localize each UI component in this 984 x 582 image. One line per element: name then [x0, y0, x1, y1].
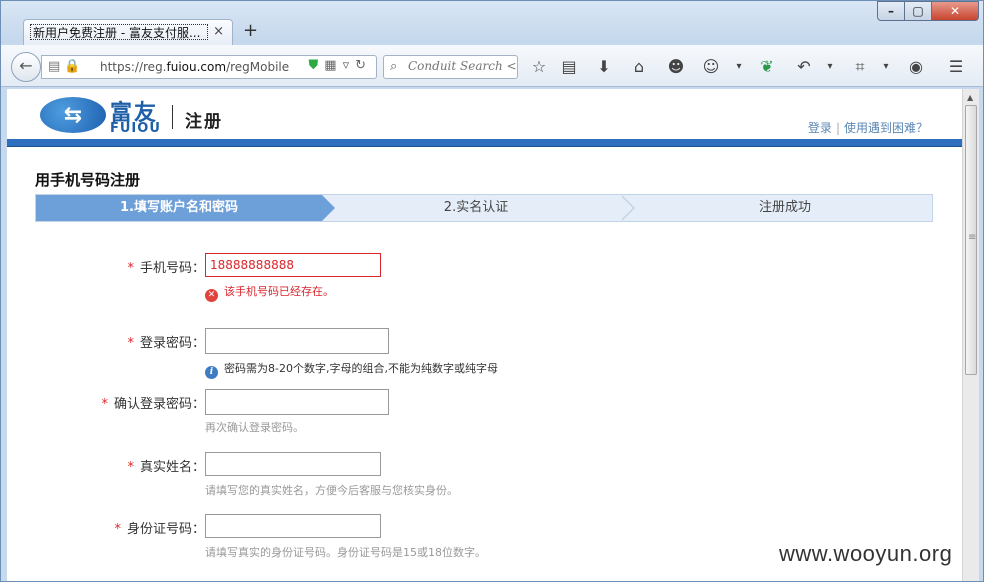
menu-icon[interactable]: ☰	[945, 56, 967, 78]
required-mark: *	[127, 336, 134, 351]
close-window-button[interactable]: ✕	[931, 1, 979, 21]
scrollbar-thumb[interactable]: ≡	[965, 105, 977, 375]
shield-icon: ⛊	[308, 58, 325, 73]
grip-icon: ≡	[968, 232, 977, 243]
address-bar-icons[interactable]: ⛊▦▿↻	[309, 58, 373, 73]
phone-label: * 手机号码：	[127, 261, 205, 276]
new-tab-icon[interactable]: +	[243, 21, 258, 41]
id-number-hint: 请填写真实的身份证号码。身份证号码是15或18位数字。	[205, 546, 486, 559]
close-icon: ✕	[949, 4, 961, 18]
site-header: ⇆ 富友 FUIOU 注册 登录 | 使用遇到困难？	[7, 89, 962, 139]
dropdown-icon: ▿	[342, 58, 356, 73]
vertical-scrollbar[interactable]: ▲ ≡	[962, 89, 979, 581]
speech-bubble-icon[interactable]: ◉	[905, 56, 927, 78]
back-button[interactable]: ←	[11, 52, 41, 82]
password-label: * 登录密码：	[127, 336, 205, 351]
required-mark: *	[101, 397, 108, 412]
reload-icon: ↻	[355, 58, 372, 73]
id-number-label: * 身份证号码：	[114, 522, 205, 537]
step-2-arrow	[621, 195, 635, 221]
confirm-password-input[interactable]	[205, 389, 389, 415]
phone-input[interactable]	[205, 253, 381, 277]
minimize-icon: –	[888, 4, 894, 18]
search-bar[interactable]: ⌕	[383, 55, 518, 79]
info-icon: i	[205, 366, 218, 379]
leaf-addon-icon[interactable]: ❦	[756, 56, 778, 78]
search-input[interactable]	[408, 59, 516, 73]
search-icon: ⌕	[390, 59, 398, 74]
maximize-button[interactable]: ▢	[904, 1, 932, 21]
required-mark: *	[127, 460, 134, 475]
header-divider	[172, 105, 173, 129]
header-links: 登录 | 使用遇到困难？	[808, 119, 928, 136]
error-icon: ✕	[205, 289, 218, 302]
crop-icon[interactable]: ⌗	[849, 56, 871, 78]
avatar-addon-icon[interactable]: ☺	[700, 56, 722, 78]
step-1-active: 1.填写账户名和密码	[36, 195, 322, 221]
required-mark: *	[114, 522, 121, 537]
header-blue-bar	[7, 139, 962, 147]
tab-title: 新用户免费注册 - 富友支付服...	[30, 24, 208, 40]
logo-emblem-icon: ⇆	[40, 97, 106, 133]
browser-tab[interactable]: 新用户免费注册 - 富友支付服... ×	[23, 19, 233, 45]
logo-english-text: FUIOU	[110, 121, 161, 136]
real-name-hint: 请填写您的真实姓名，方便今后客服与您核实身份。	[205, 484, 458, 497]
fuiou-logo[interactable]: ⇆ 富友 FUIOU	[40, 95, 160, 136]
phone-error-message: ✕ 该手机号码已经存在。	[205, 283, 334, 302]
undo-icon[interactable]: ↶	[793, 56, 815, 78]
browser-window: 新用户免费注册 - 富友支付服... × + – ▢ ✕ ▤ 🔒 https:/…	[0, 0, 984, 582]
real-name-input[interactable]	[205, 452, 381, 476]
page-lock-icon[interactable]: ▤ 🔒	[48, 59, 81, 74]
step-3: 注册成功	[758, 200, 811, 215]
required-mark: *	[127, 261, 134, 276]
url-text[interactable]: https://reg.fuiou.com/regMobile	[100, 60, 289, 74]
back-arrow-icon: ←	[19, 56, 33, 75]
password-input[interactable]	[205, 328, 389, 354]
step-2: 2.实名认证	[443, 200, 509, 215]
reading-list-icon[interactable]: ▤	[558, 56, 580, 78]
confirm-password-hint: 再次确认登录密码。	[205, 421, 304, 434]
chat-icon[interactable]: ☻	[665, 56, 687, 78]
id-number-input[interactable]	[205, 514, 381, 538]
confirm-password-label: * 确认登录密码：	[101, 397, 205, 412]
login-link[interactable]: 登录	[808, 121, 832, 135]
home-icon[interactable]: ⌂	[628, 56, 650, 78]
link-separator: |	[835, 121, 840, 135]
progress-steps: 1.填写账户名和密码 2.实名认证 注册成功	[35, 194, 933, 222]
undo-dropdown-icon[interactable]: ▾	[819, 56, 841, 78]
page-viewport: ⇆ 富友 FUIOU 注册 登录 | 使用遇到困难？ 用手机号码注册 1.填写账户名…	[7, 89, 962, 581]
real-name-label: * 真实姓名：	[127, 460, 205, 475]
address-bar[interactable]: ▤ 🔒 https://reg.fuiou.com/regMobile ⛊▦▿↻	[41, 55, 377, 79]
minimize-button[interactable]: –	[877, 1, 905, 21]
page-section-title: 注册	[185, 112, 223, 132]
page-heading: 用手机号码注册	[35, 171, 141, 189]
navigation-toolbar: ▤ 🔒 https://reg.fuiou.com/regMobile ⛊▦▿↻…	[1, 45, 983, 87]
watermark: www.wooyun.org	[779, 541, 953, 566]
crop-dropdown-icon[interactable]: ▾	[875, 56, 897, 78]
qr-code-icon: ▦	[324, 58, 343, 73]
tab-close-icon[interactable]: ×	[213, 24, 224, 40]
maximize-icon: ▢	[912, 4, 924, 18]
download-icon[interactable]: ⬇	[593, 56, 615, 78]
step-1-arrow	[322, 195, 335, 221]
scroll-up-icon[interactable]: ▲	[967, 93, 973, 102]
password-info-message: i 密码需为8-20个数字,字母的组合,不能为纯数字或纯字母	[205, 360, 498, 379]
title-bar: 新用户免费注册 - 富友支付服... × + – ▢ ✕	[1, 1, 983, 45]
help-link[interactable]: 使用遇到困难？	[844, 121, 928, 135]
bookmark-star-icon[interactable]: ☆	[528, 56, 550, 78]
addon-dropdown-icon[interactable]: ▾	[728, 56, 750, 78]
